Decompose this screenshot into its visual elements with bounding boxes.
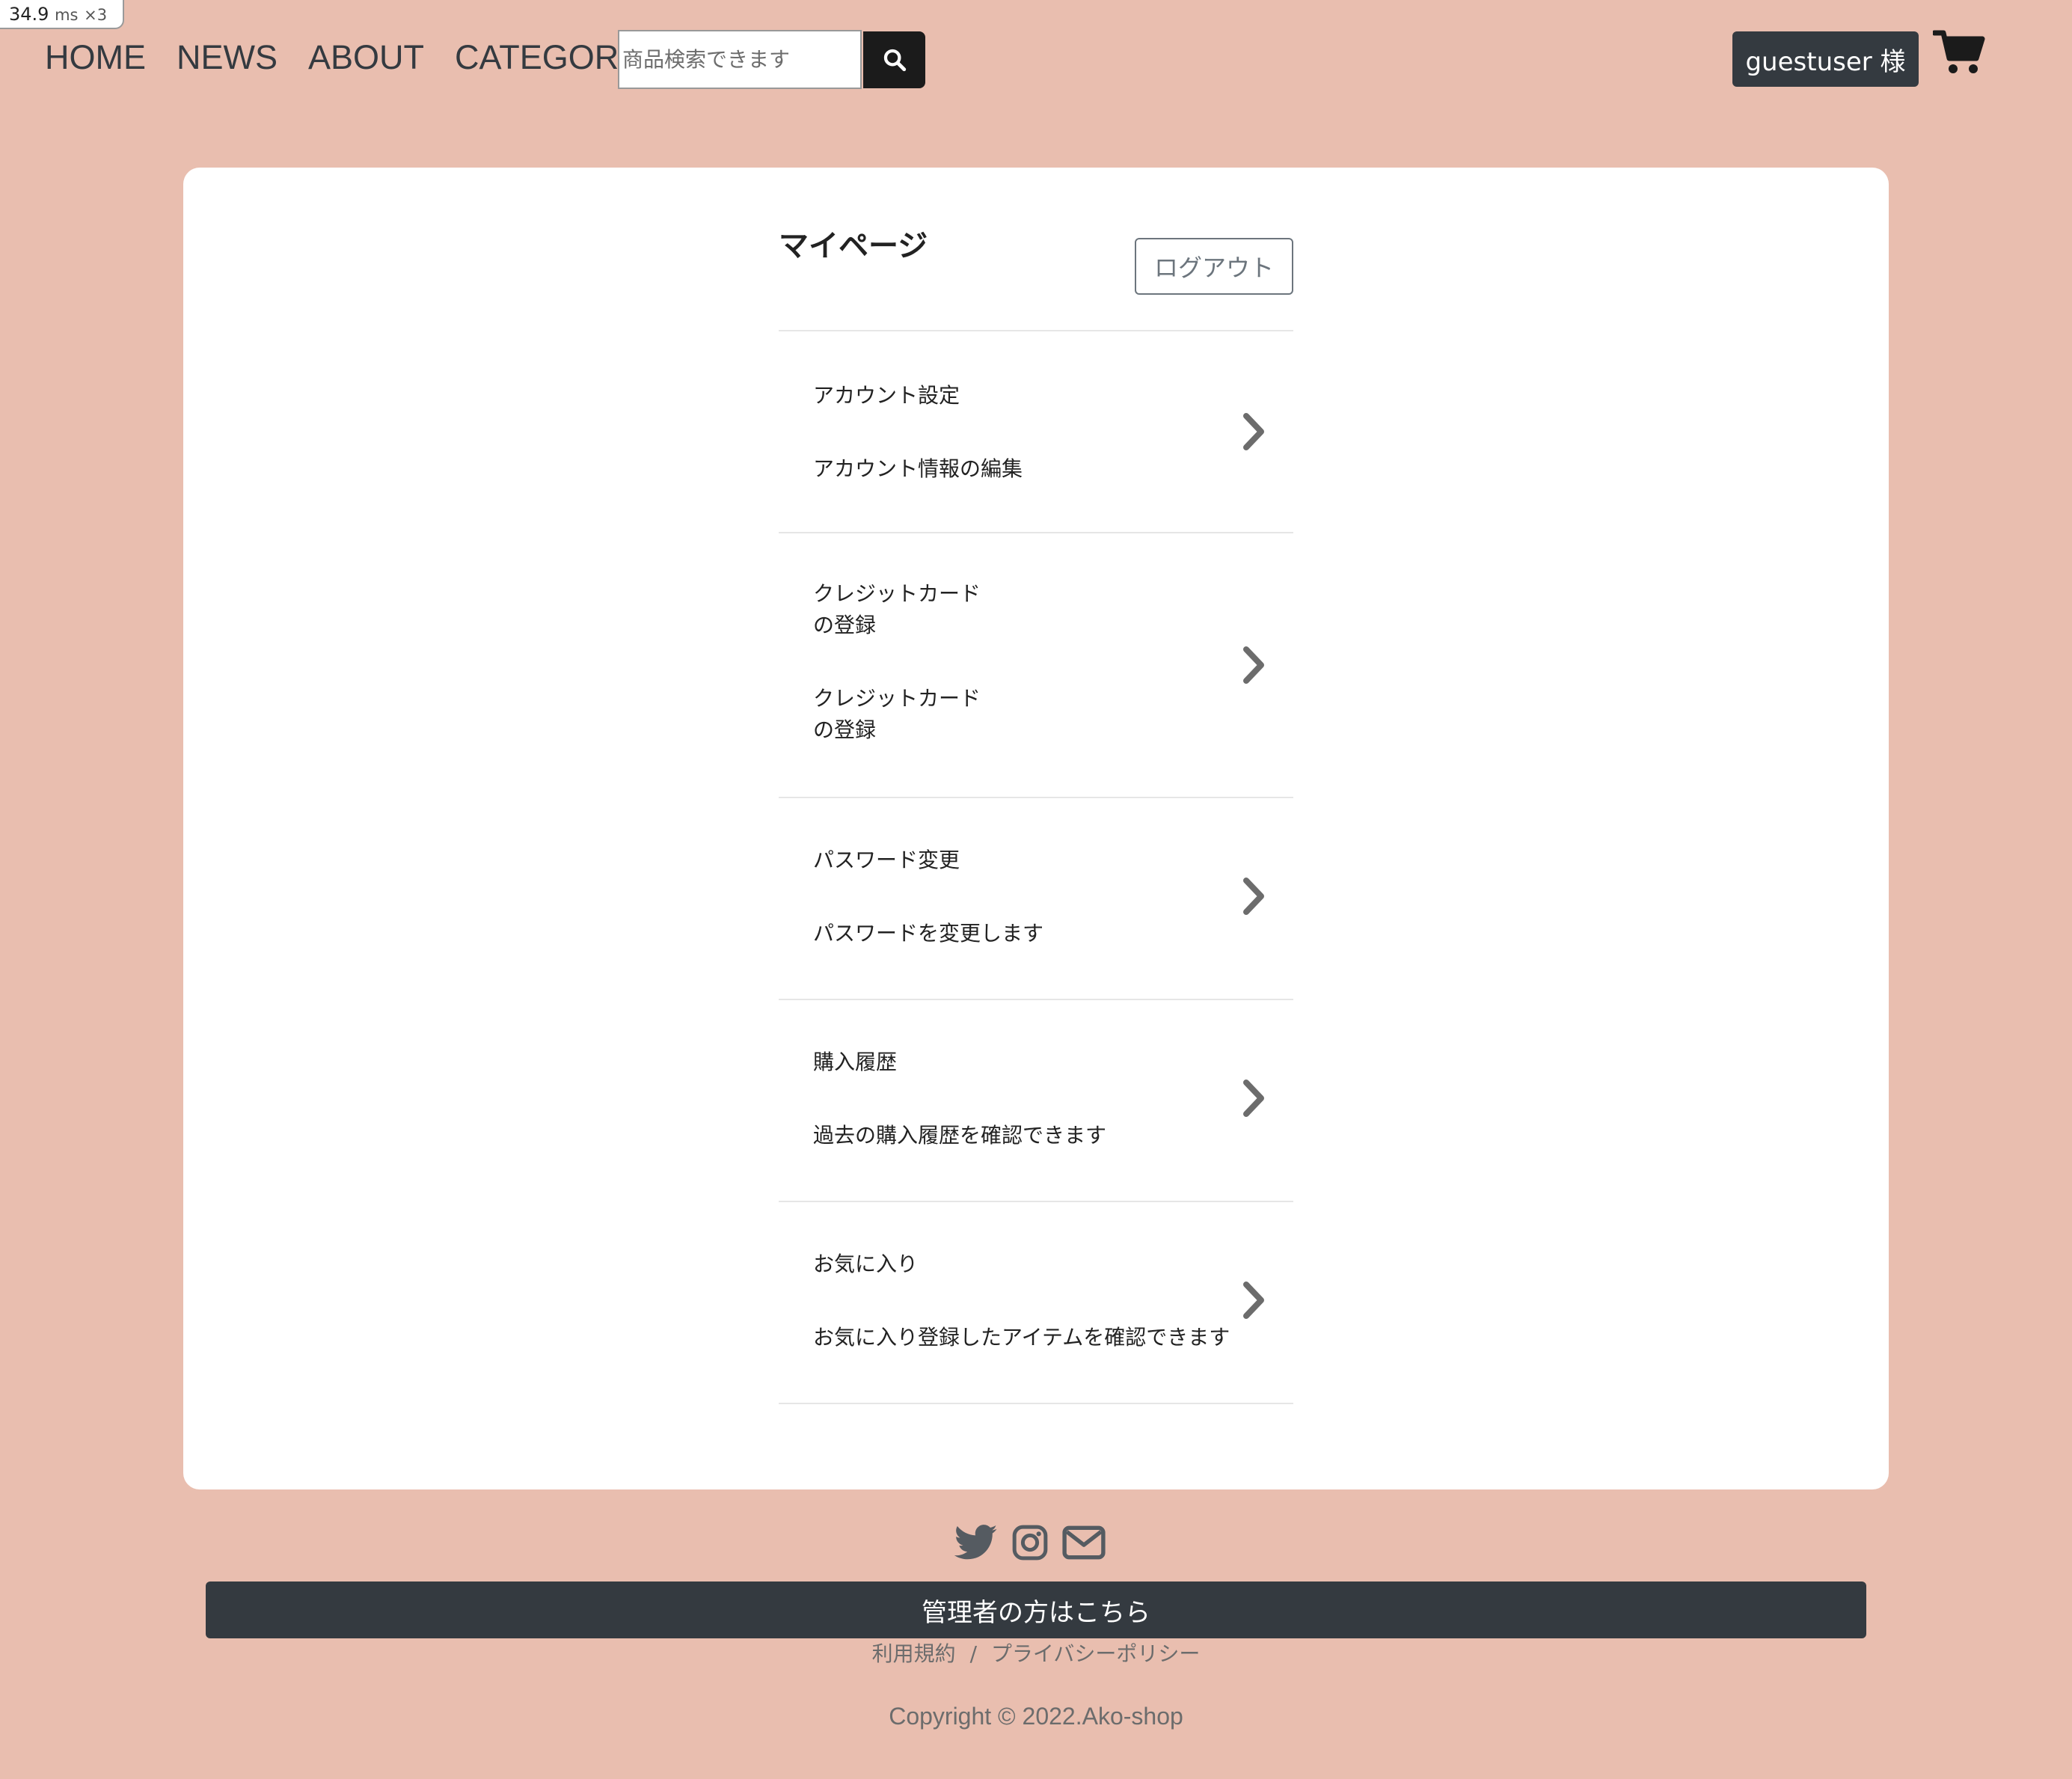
search-button[interactable] <box>863 31 925 88</box>
menu-item-credit-card[interactable]: クレジットカード の登録 クレジットカード の登録 <box>779 533 1293 798</box>
nav-news[interactable]: NEWS <box>177 38 278 77</box>
top-nav: HOME NEWS ABOUT CATEGORY <box>45 31 640 84</box>
terms-link[interactable]: 利用規約 <box>872 1641 956 1666</box>
logout-button[interactable]: ログアウト <box>1135 238 1293 295</box>
cart-link[interactable] <box>1931 28 1985 76</box>
chevron-right-icon <box>1243 413 1264 450</box>
menu-item-account[interactable]: アカウント設定 アカウント情報の編集 <box>779 331 1293 533</box>
mypage-menu: アカウント設定 アカウント情報の編集 クレジットカード の登録 クレジットカード… <box>779 330 1293 1404</box>
nav-about[interactable]: ABOUT <box>308 38 424 77</box>
search-input[interactable] <box>618 30 862 89</box>
menu-item-title: クレジットカード の登録 <box>813 581 981 637</box>
menu-item-desc: 過去の購入履歴を確認できます <box>813 1123 1107 1148</box>
chevron-right-icon <box>1243 878 1264 915</box>
chevron-right-icon <box>1243 646 1264 684</box>
menu-item-favorites[interactable]: お気に入り お気に入り登録したアイテムを確認できます <box>779 1202 1293 1404</box>
perf-unit: ms <box>55 6 79 24</box>
menu-item-purchase-history[interactable]: 購入履歴 過去の購入履歴を確認できます <box>779 1000 1293 1202</box>
copyright: Copyright © 2022.Ako-shop <box>889 1703 1183 1730</box>
perf-mult: ×3 <box>84 6 108 24</box>
nav-home[interactable]: HOME <box>45 38 146 77</box>
search-icon <box>883 49 906 72</box>
menu-item-title: お気に入り <box>813 1252 919 1276</box>
menu-item-title: 購入履歴 <box>813 1050 898 1074</box>
privacy-link[interactable]: プライバシーポリシー <box>991 1641 1200 1666</box>
menu-item-desc: クレジットカード の登録 <box>813 686 981 742</box>
twitter-icon[interactable] <box>954 1524 998 1561</box>
chevron-right-icon <box>1243 1282 1264 1319</box>
social-links <box>954 1524 1119 1561</box>
policy-links: 利用規約 / プライバシーポリシー <box>0 1638 2072 1670</box>
nav-category[interactable]: CATEGORY <box>455 38 640 77</box>
perf-value: 34.9 <box>9 4 49 25</box>
menu-item-desc: お気に入り登録したアイテムを確認できます <box>813 1325 1230 1350</box>
admin-login-button[interactable]: 管理者の方はこちら <box>206 1581 1866 1638</box>
chevron-right-icon <box>1243 1080 1264 1117</box>
menu-item-password[interactable]: パスワード変更 パスワードを変更します <box>779 798 1293 1000</box>
perf-badge: 34.9 ms ×3 <box>0 0 124 29</box>
page-title: マイページ <box>779 229 928 263</box>
menu-item-desc: アカウント情報の編集 <box>813 456 1023 481</box>
menu-item-desc: パスワードを変更します <box>813 921 1044 946</box>
mail-icon[interactable] <box>1062 1525 1106 1560</box>
menu-item-title: パスワード変更 <box>813 848 960 872</box>
user-menu-button[interactable]: guestuser 様 <box>1732 31 1919 87</box>
menu-item-title: アカウント設定 <box>813 383 960 408</box>
cart-icon <box>1931 30 1985 73</box>
policy-separator: / <box>969 1641 977 1666</box>
instagram-icon[interactable] <box>1011 1524 1049 1561</box>
